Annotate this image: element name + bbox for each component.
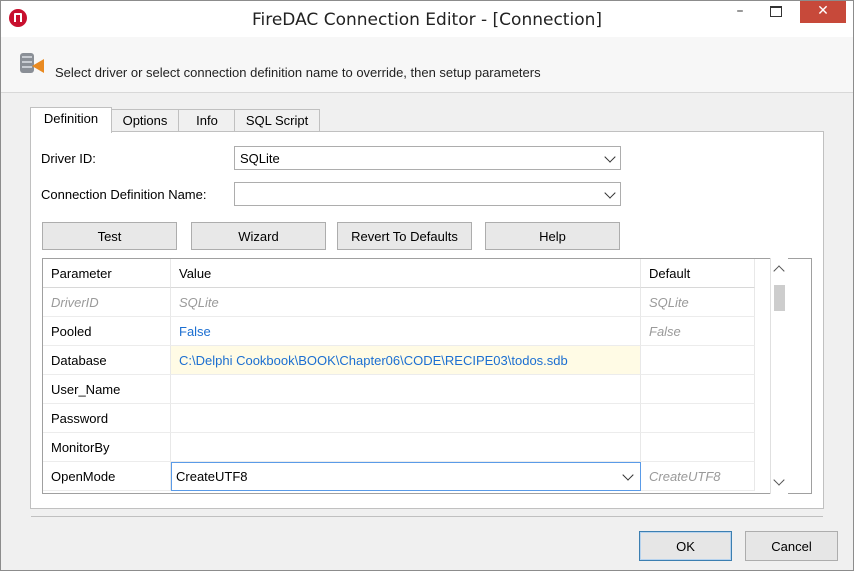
driver-id-value: SQLite bbox=[240, 151, 280, 166]
tab-options[interactable]: Options bbox=[110, 109, 180, 132]
driver-id-label: Driver ID: bbox=[41, 151, 96, 166]
header-parameter[interactable]: Parameter bbox=[43, 259, 171, 288]
param-value[interactable]: False bbox=[171, 317, 641, 346]
param-default: CreateUTF8 bbox=[641, 462, 755, 491]
dialog-window: FireDAC Connection Editor - [Connection]… bbox=[0, 0, 854, 571]
grid-vertical-scrollbar[interactable] bbox=[770, 258, 788, 494]
close-button[interactable]: ✕ bbox=[800, 1, 846, 23]
info-banner: Select driver or select connection defin… bbox=[1, 37, 853, 93]
table-row[interactable]: User_Name bbox=[43, 375, 811, 404]
table-row[interactable]: Database C:\Delphi Cookbook\BOOK\Chapter… bbox=[43, 346, 811, 375]
minimize-button[interactable]: – bbox=[729, 1, 751, 23]
revert-to-defaults-button[interactable]: Revert To Defaults bbox=[337, 222, 472, 250]
driver-id-combo[interactable]: SQLite bbox=[234, 146, 621, 170]
param-value[interactable] bbox=[171, 404, 641, 433]
window-title: FireDAC Connection Editor - [Connection] bbox=[251, 10, 603, 30]
param-default bbox=[641, 375, 755, 404]
param-name: OpenMode bbox=[43, 462, 171, 491]
table-row[interactable]: Pooled False False bbox=[43, 317, 811, 346]
param-name: Pooled bbox=[43, 317, 171, 346]
help-button[interactable]: Help bbox=[485, 222, 620, 250]
param-name: User_Name bbox=[43, 375, 171, 404]
grid-header-row: Parameter Value Default bbox=[43, 259, 811, 288]
table-row[interactable]: OpenMode CreateUTF8 CreateUTF8 bbox=[43, 462, 811, 491]
param-value[interactable] bbox=[171, 433, 641, 462]
param-name: DriverID bbox=[43, 288, 171, 317]
cancel-button[interactable]: Cancel bbox=[745, 531, 838, 561]
scroll-down-icon[interactable] bbox=[773, 474, 785, 486]
connection-definition-name-combo[interactable] bbox=[234, 182, 621, 206]
param-name: Database bbox=[43, 346, 171, 375]
open-mode-value: CreateUTF8 bbox=[176, 469, 248, 484]
wizard-button[interactable]: Wizard bbox=[191, 222, 326, 250]
chevron-down-icon bbox=[604, 151, 616, 163]
table-row[interactable]: DriverID SQLite SQLite bbox=[43, 288, 811, 317]
ok-button[interactable]: OK bbox=[639, 531, 732, 561]
table-row[interactable]: Password bbox=[43, 404, 811, 433]
header-value[interactable]: Value bbox=[171, 259, 641, 288]
param-default bbox=[641, 346, 755, 375]
scrollbar-thumb[interactable] bbox=[774, 285, 785, 311]
param-name: MonitorBy bbox=[43, 433, 171, 462]
param-value[interactable]: SQLite bbox=[171, 288, 641, 317]
tab-sql-script[interactable]: SQL Script bbox=[234, 109, 320, 132]
tab-info[interactable]: Info bbox=[178, 109, 236, 132]
test-button[interactable]: Test bbox=[42, 222, 177, 250]
info-text: Select driver or select connection defin… bbox=[55, 65, 541, 80]
connection-definition-name-label: Connection Definition Name: bbox=[41, 187, 207, 202]
header-default[interactable]: Default bbox=[641, 259, 755, 288]
param-default bbox=[641, 433, 755, 462]
param-name: Password bbox=[43, 404, 171, 433]
param-default: False bbox=[641, 317, 755, 346]
open-mode-dropdown[interactable]: CreateUTF8 bbox=[171, 462, 641, 491]
scroll-up-icon[interactable] bbox=[773, 265, 785, 277]
param-default bbox=[641, 404, 755, 433]
divider bbox=[31, 516, 823, 517]
parameters-grid: Parameter Value Default DriverID SQLite … bbox=[42, 258, 812, 494]
table-row[interactable]: MonitorBy bbox=[43, 433, 811, 462]
tab-definition[interactable]: Definition bbox=[30, 107, 112, 133]
param-value[interactable] bbox=[171, 375, 641, 404]
param-default: SQLite bbox=[641, 288, 755, 317]
maximize-icon bbox=[770, 6, 782, 17]
database-arrow-icon bbox=[20, 53, 46, 75]
maximize-button[interactable] bbox=[761, 1, 791, 23]
chevron-down-icon bbox=[622, 469, 634, 481]
param-value[interactable]: C:\Delphi Cookbook\BOOK\Chapter06\CODE\R… bbox=[171, 346, 641, 375]
chevron-down-icon bbox=[604, 187, 616, 199]
title-bar: FireDAC Connection Editor - [Connection]… bbox=[1, 1, 853, 37]
